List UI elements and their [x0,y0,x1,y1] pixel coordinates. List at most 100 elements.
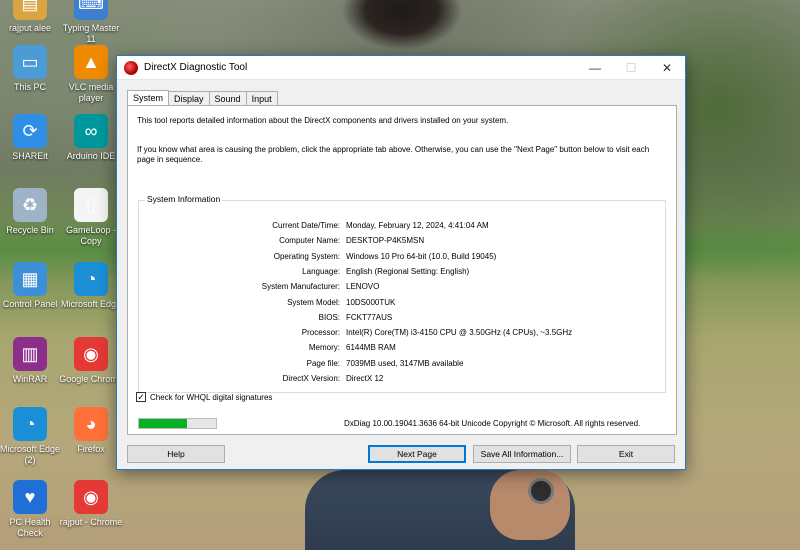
info-value: English (Regional Setting: English) [346,266,470,276]
typing-master-icon: ⌨ [74,0,108,20]
desktop-icon[interactable]: ◔ Microsoft Edge (2) [0,407,62,466]
desktop-icon-label: Microsoft Edge [60,299,122,309]
dxdiag-window: DirectX Diagnostic Tool — ☐ ✕ System Dis… [116,55,686,470]
tab-input[interactable]: Input [245,91,278,106]
desktop-icon[interactable]: ◔ Microsoft Edge [59,262,123,310]
desktop-icon-label: Typing Master 11 [62,23,120,44]
info-row-operating-system: Operating System: Windows 10 Pro 64-bit … [139,252,667,266]
desktop-icon-label: Google Chrome [59,374,123,384]
recycle-bin-icon: ♻ [13,188,47,222]
firefox-icon: ◕ [74,407,108,441]
tab-sound[interactable]: Sound [208,91,247,106]
desktop-icon-label: rajput alee [8,23,52,33]
desktop-icon[interactable]: ▦ Control Panel [0,262,62,310]
desktop-icon[interactable]: ◉ rajput - Chrome [59,480,123,528]
info-row-language: Language: English (Regional Setting: Eng… [139,267,667,281]
edge-icon: ◔ [74,262,108,296]
chrome-icon: ◉ [74,337,108,371]
exit-button[interactable]: Exit [577,445,675,463]
info-row-model: System Model: 10DS000TUK [139,298,667,312]
desktop-icon[interactable]: ⌨ Typing Master 11 [59,0,123,45]
info-value: DirectX 12 [346,374,384,383]
desktop-icon[interactable]: ♥ PC Health Check [0,480,62,539]
info-value: Windows 10 Pro 64-bit (10.0, Build 19045… [346,251,497,261]
whql-checkbox[interactable]: ✓ [136,392,146,402]
system-tab-panel: This tool reports detailed information a… [127,105,677,435]
pc-health-icon: ♥ [13,480,47,514]
desktop-icon[interactable]: ▥ WinRAR [0,337,62,385]
info-row-directx-version: DirectX Version: DirectX 12 [139,374,667,388]
info-key: Language: [302,266,340,276]
info-value: DESKTOP-P4K5MSN [346,236,425,246]
info-key: Memory: [308,343,340,353]
desktop-icon-label: Microsoft Edge (2) [0,444,61,465]
info-key: Current Date/Time: [272,221,340,230]
info-row-date-time: Current Date/Time: Monday, February 12, … [139,221,667,235]
info-value: LENOVO [346,282,380,292]
desktop-icon-label: rajput - Chrome [59,517,123,527]
help-button[interactable]: Help [127,445,225,463]
wallpaper-watch [528,478,554,504]
info-key: Computer Name: [279,236,340,246]
desktop-icon[interactable]: ♻ Recycle Bin [0,188,62,236]
winrar-icon: ▥ [13,337,47,371]
desktop-icon[interactable]: ◕ Firefox [59,407,123,455]
tab-display[interactable]: Display [168,91,210,106]
desktop-icon-label: PC Health Check [9,517,51,538]
edge-icon: ◔ [13,407,47,441]
desktop-icon-label: Recycle Bin [6,225,54,235]
info-value: FCKT77AUS [346,312,393,322]
save-all-information-button[interactable]: Save All Information... [473,445,571,463]
desktop-icon[interactable]: ◉ Google Chrome [59,337,123,385]
dxdiag-app-icon [124,60,138,75]
desktop-icon[interactable]: ▯ GameLoop - Copy [59,188,123,247]
progress-fill [139,419,187,428]
arduino-icon: ∞ [74,114,108,148]
desktop-icon[interactable]: ▲ VLC media player [59,45,123,104]
info-value: 7039MB used, 3147MB available [346,358,464,368]
desktop-icon[interactable]: ∞ Arduino IDE [59,114,123,162]
user-folder-icon: ▤ [13,0,47,20]
desktop-icon-label: This PC [13,82,46,92]
wallpaper-person-hair [342,0,462,60]
info-value: Intel(R) Core(TM) i3-4150 CPU @ 3.50GHz … [346,328,573,338]
info-key: System Manufacturer: [261,282,340,292]
info-row-manufacturer: System Manufacturer: LENOVO [139,282,667,296]
desktop-icon[interactable]: ⟳ SHAREit [0,114,62,162]
file-icon: ▯ [74,188,108,222]
maximize-button: ☐ [625,60,637,75]
vlc-icon: ▲ [74,45,108,79]
next-page-button[interactable]: Next Page [368,445,466,463]
info-row-computer-name: Computer Name: DESKTOP-P4K5MSN [139,236,667,250]
desktop-icon-label: SHAREit [12,151,48,161]
intro-text: This tool reports detailed information a… [137,116,509,125]
desktop-icon-label: GameLoop - Copy [65,225,117,246]
info-key: System Model: [287,297,340,307]
tab-system[interactable]: System [127,90,170,106]
version-copyright-text: DxDiag 10.00.19041.3636 64-bit Unicode C… [344,419,641,428]
info-row-memory: Memory: 6144MB RAM [139,343,667,357]
minimize-button[interactable]: — [577,56,613,80]
info-key: Page file: [306,358,340,368]
whql-label: Check for WHQL digital signatures [150,392,273,402]
info-key: BIOS: [318,312,340,322]
info-key: Operating System: [273,251,340,261]
info-value: Monday, February 12, 2024, 4:41:04 AM [346,221,489,230]
desktop-icon-label: Arduino IDE [66,151,116,161]
title-bar[interactable]: DirectX Diagnostic Tool — ☐ ✕ [117,56,685,80]
desktop-icon[interactable]: ▤ rajput alee [0,0,62,34]
info-value: 10DS000TUK [346,297,396,307]
info-row-bios: BIOS: FCKT77AUS [139,313,667,327]
system-information-group: System Information Current Date/Time: Mo… [138,194,667,393]
chrome-icon: ◉ [74,480,108,514]
desktop-icon-label: Control Panel [2,299,58,309]
wallpaper-person-hand [490,470,570,540]
desktop-icon[interactable]: ▭ This PC [0,45,62,93]
info-key: DirectX Version: [282,374,340,383]
info-value: 6144MB RAM [346,343,396,353]
close-button[interactable]: ✕ [649,56,685,80]
tab-strip: System Display Sound Input [127,90,278,106]
whql-checkbox-row[interactable]: ✓ Check for WHQL digital signatures [136,392,272,402]
shareit-icon: ⟳ [13,114,47,148]
info-row-processor: Processor: Intel(R) Core(TM) i3-4150 CPU… [139,328,667,342]
